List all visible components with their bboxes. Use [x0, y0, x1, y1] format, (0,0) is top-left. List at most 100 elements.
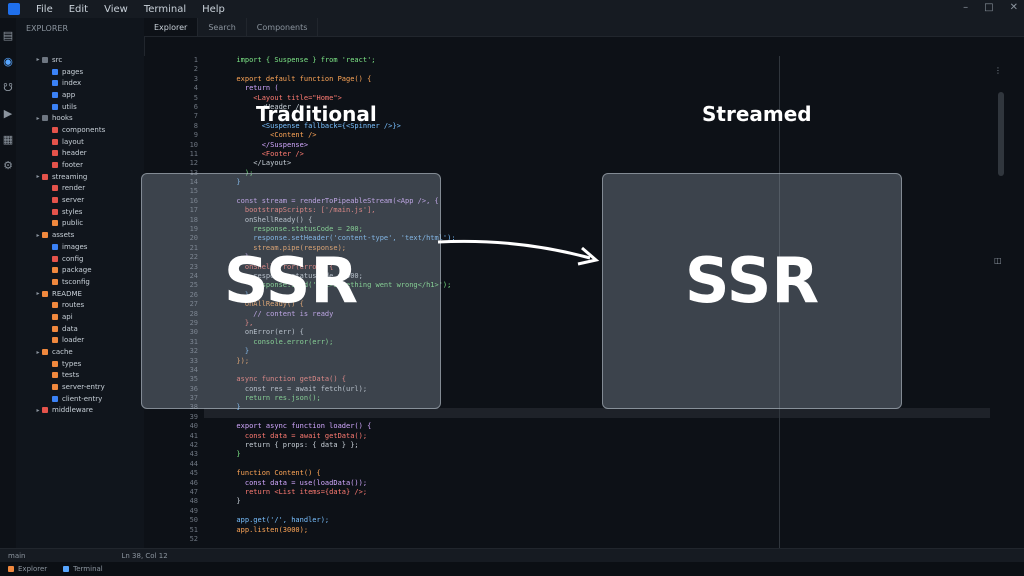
- file-tree-item[interactable]: ▸ assets: [16, 229, 144, 241]
- file-label: footer: [62, 161, 83, 170]
- menu-view[interactable]: View: [96, 4, 136, 15]
- file-label: render: [62, 184, 86, 193]
- tab-components[interactable]: Components: [247, 18, 319, 36]
- file-tree-item[interactable]: utils: [16, 101, 144, 113]
- code-line[interactable]: [228, 507, 928, 516]
- file-tree-item[interactable]: ▸ README: [16, 288, 144, 300]
- file-tree-item[interactable]: images: [16, 241, 144, 253]
- code-line[interactable]: return (: [228, 84, 928, 93]
- file-tree-item[interactable]: tsconfig: [16, 276, 144, 288]
- code-line[interactable]: app.listen(3000);: [228, 526, 928, 535]
- file-tree-item[interactable]: tests: [16, 370, 144, 382]
- file-label: pages: [62, 67, 84, 76]
- menu-bar: File Edit View Terminal Help – □ ✕: [0, 0, 1024, 19]
- chevron-icon[interactable]: ▸: [34, 173, 42, 180]
- chevron-icon[interactable]: ▸: [34, 290, 42, 297]
- code-line[interactable]: export async function loader() {: [228, 422, 928, 431]
- chevron-icon[interactable]: ▸: [34, 349, 42, 356]
- menu-edit[interactable]: Edit: [61, 4, 96, 15]
- file-tree-item[interactable]: ▸ middleware: [16, 405, 144, 417]
- minimize-icon[interactable]: –: [963, 2, 968, 13]
- code-line[interactable]: return <List items={data} />;: [228, 488, 928, 497]
- file-tree-item[interactable]: components: [16, 124, 144, 136]
- debug-icon[interactable]: ▶: [0, 104, 16, 122]
- code-line[interactable]: function Content() {: [228, 469, 928, 478]
- files-icon[interactable]: ▤: [0, 26, 16, 44]
- line-number: 9: [193, 131, 198, 140]
- file-tree-item[interactable]: index: [16, 77, 144, 89]
- code-line[interactable]: <Content />: [228, 131, 928, 140]
- more-icon[interactable]: ⋮: [994, 66, 1002, 75]
- chevron-icon[interactable]: ▸: [34, 115, 42, 122]
- line-number: 50: [189, 516, 198, 525]
- code-line[interactable]: return { props: { data } };: [228, 441, 928, 450]
- tab-search[interactable]: Search: [198, 18, 247, 36]
- menu-help[interactable]: Help: [194, 4, 233, 15]
- explorer-icon[interactable]: ◉: [0, 52, 16, 70]
- code-line[interactable]: const data = use(loadData());: [228, 479, 928, 488]
- scroll-thumb[interactable]: [998, 92, 1004, 176]
- streamed-ssr-label: SSR: [684, 244, 820, 317]
- tab-explorer[interactable]: Explorer: [144, 18, 199, 36]
- code-line[interactable]: </Suspense>: [228, 141, 928, 150]
- taskbar-item-explorer[interactable]: Explorer: [0, 565, 55, 573]
- code-line[interactable]: [228, 460, 928, 469]
- code-line[interactable]: const data = await getData();: [228, 432, 928, 441]
- source-control-icon[interactable]: ☋: [0, 78, 16, 96]
- file-tree-item[interactable]: header: [16, 148, 144, 160]
- file-tree-item[interactable]: styles: [16, 206, 144, 218]
- code-line[interactable]: import { Suspense } from 'react';: [228, 56, 928, 65]
- file-tree-item[interactable]: ▸ streaming: [16, 171, 144, 183]
- file-tree-item[interactable]: ▸ hooks: [16, 112, 144, 124]
- file-tree-item[interactable]: app: [16, 89, 144, 101]
- file-tree-item[interactable]: pages: [16, 66, 144, 78]
- file-tree-item[interactable]: data: [16, 323, 144, 335]
- file-tree-item[interactable]: layout: [16, 136, 144, 148]
- file-tree-item[interactable]: server: [16, 194, 144, 206]
- file-tree-item[interactable]: package: [16, 264, 144, 276]
- file-label: package: [62, 266, 92, 275]
- close-icon[interactable]: ✕: [1010, 2, 1018, 13]
- file-label: utils: [62, 102, 77, 111]
- scrollbar[interactable]: ⋮ ◫: [990, 56, 1024, 548]
- file-label: streaming: [52, 172, 88, 181]
- extensions-icon[interactable]: ▦: [0, 130, 16, 148]
- chevron-icon[interactable]: ▸: [34, 56, 42, 63]
- code-line[interactable]: [228, 535, 928, 544]
- file-tree-item[interactable]: ▸ cache: [16, 346, 144, 358]
- file-icon: [42, 290, 48, 297]
- file-label: routes: [62, 301, 85, 310]
- file-tree-item[interactable]: server-entry: [16, 381, 144, 393]
- file-tree-item[interactable]: config: [16, 253, 144, 265]
- file-tree-item[interactable]: types: [16, 358, 144, 370]
- maximize-icon[interactable]: □: [984, 2, 993, 13]
- taskbar-item-terminal[interactable]: Terminal: [55, 565, 111, 573]
- code-line[interactable]: }: [228, 497, 928, 506]
- file-icon: [52, 255, 58, 262]
- file-tree-item[interactable]: public: [16, 218, 144, 230]
- file-tree-item[interactable]: render: [16, 183, 144, 195]
- menu-terminal[interactable]: Terminal: [136, 4, 194, 15]
- chevron-icon[interactable]: ▸: [34, 232, 42, 239]
- file-tree-item[interactable]: routes: [16, 299, 144, 311]
- chevron-icon[interactable]: ▸: [34, 407, 42, 414]
- menu-file[interactable]: File: [28, 4, 61, 15]
- settings-icon[interactable]: ⚙: [0, 156, 16, 174]
- file-tree-item[interactable]: client-entry: [16, 393, 144, 405]
- cursor-position[interactable]: Ln 38, Col 12: [114, 552, 176, 560]
- code-line[interactable]: [228, 65, 928, 74]
- code-line[interactable]: </Layout>: [228, 159, 928, 168]
- branch-status[interactable]: main: [0, 552, 34, 560]
- code-line[interactable]: [228, 413, 928, 422]
- code-line[interactable]: }: [228, 450, 928, 459]
- code-line[interactable]: app.get('/', handler);: [228, 516, 928, 525]
- file-tree-item[interactable]: ▸ src: [16, 54, 144, 66]
- line-number: 1: [193, 56, 198, 64]
- file-tree-item[interactable]: api: [16, 311, 144, 323]
- code-line[interactable]: <Footer />: [228, 150, 928, 159]
- code-line[interactable]: export default function Page() {: [228, 75, 928, 84]
- file-label: tsconfig: [62, 277, 90, 286]
- split-icon[interactable]: ◫: [994, 256, 1002, 265]
- file-tree-item[interactable]: loader: [16, 335, 144, 347]
- file-tree-item[interactable]: footer: [16, 159, 144, 171]
